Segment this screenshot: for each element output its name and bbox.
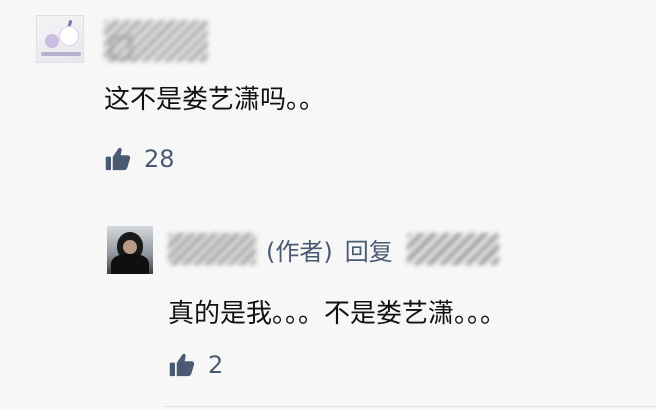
comment-thread: 这不是娄艺潇吗。。 28 (作者) 回复 真的是我。。。不是娄艺潇。。。 2 xyxy=(0,0,656,410)
divider xyxy=(164,406,656,407)
like-count: 28 xyxy=(144,145,175,173)
thumbs-up-icon xyxy=(169,353,195,377)
thumbs-up-icon xyxy=(105,147,131,171)
avatar[interactable] xyxy=(107,226,153,274)
reply-target-redacted[interactable] xyxy=(406,233,499,265)
reply-header: (作者) 回复 xyxy=(168,230,499,268)
username-redacted[interactable] xyxy=(104,20,208,62)
reply-label: 回复 xyxy=(344,237,393,266)
author-tag: (作者) xyxy=(266,237,333,266)
reply-text: 真的是我。。。不是娄艺潇。。。 xyxy=(168,299,507,329)
like-button[interactable]: 2 xyxy=(168,350,223,380)
username-redacted[interactable] xyxy=(168,233,256,265)
comment-text: 这不是娄艺潇吗。。 xyxy=(104,85,326,115)
like-button[interactable]: 28 xyxy=(104,144,175,174)
like-count: 2 xyxy=(208,351,224,379)
avatar[interactable] xyxy=(36,15,84,63)
